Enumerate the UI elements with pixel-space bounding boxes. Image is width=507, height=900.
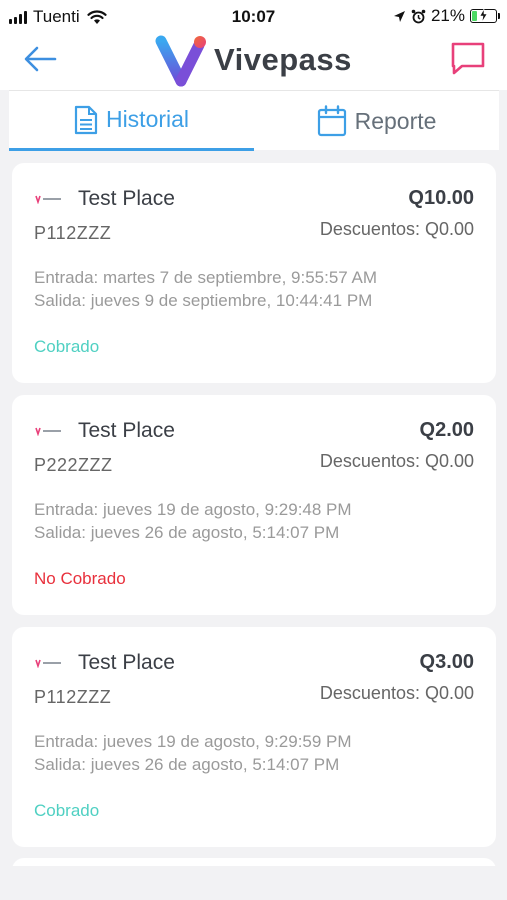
history-card[interactable]: Test Place P222ZZZ Q2.00 Descuentos: Q0.… xyxy=(12,395,496,615)
bottom-fade xyxy=(0,866,507,900)
place-name: Test Place xyxy=(78,419,175,442)
place-logo xyxy=(35,427,61,436)
discount: Descuentos: Q0.00 xyxy=(319,219,474,239)
place-name: Test Place xyxy=(78,651,175,674)
amount: Q3.00 xyxy=(419,651,474,673)
tab-reporte[interactable]: Reporte xyxy=(254,91,499,151)
history-card[interactable]: Test Place P112ZZZ Q10.00 Descuentos: Q0… xyxy=(12,163,496,383)
discount: Descuentos: Q0.00 xyxy=(319,683,474,703)
battery-percent: 21% xyxy=(430,6,465,25)
payment-status: Cobrado xyxy=(34,337,100,356)
location-arrow-icon xyxy=(393,10,405,22)
payment-status: No Cobrado xyxy=(34,569,126,588)
back-arrow-icon[interactable] xyxy=(22,44,58,74)
place-name: Test Place xyxy=(78,187,175,210)
status-icons: 21% xyxy=(393,6,500,26)
license-plate: P112ZZZ xyxy=(34,687,112,707)
place-logo xyxy=(35,195,61,204)
license-plate: P222ZZZ xyxy=(34,455,113,475)
document-icon xyxy=(74,105,98,134)
tab-historial-label: Historial xyxy=(105,106,190,132)
alarm-icon xyxy=(411,9,426,23)
history-card[interactable]: Test Place P112ZZZ Q3.00 Descuentos: Q0.… xyxy=(12,627,496,847)
exit-time: Salida: jueves 9 de septiembre, 10:44:41… xyxy=(34,291,373,310)
payment-status: Cobrado xyxy=(34,801,100,820)
chat-bubble-icon[interactable] xyxy=(449,41,487,77)
vivepass-logo xyxy=(155,35,206,87)
entry-time: Entrada: jueves 19 de agosto, 9:29:48 PM xyxy=(34,500,352,519)
license-plate: P112ZZZ xyxy=(34,223,112,243)
status-bar: Tuenti 10:07 21% xyxy=(0,0,507,32)
amount: Q10.00 xyxy=(408,187,474,209)
entry-time: Entrada: martes 7 de septiembre, 9:55:57… xyxy=(34,268,378,287)
tab-bar: Historial Reporte xyxy=(9,90,499,151)
calendar-icon xyxy=(317,105,346,137)
exit-time: Salida: jueves 26 de agosto, 5:14:07 PM xyxy=(34,523,340,542)
place-logo xyxy=(35,659,61,668)
tab-reporte-label: Reporte xyxy=(354,107,437,134)
battery-icon xyxy=(470,9,500,23)
amount: Q2.00 xyxy=(419,419,474,441)
tab-historial[interactable]: Historial xyxy=(9,91,254,151)
entry-time: Entrada: jueves 19 de agosto, 9:29:59 PM xyxy=(34,732,352,751)
discount: Descuentos: Q0.00 xyxy=(319,451,474,471)
app-header: Vivepass xyxy=(0,32,507,90)
exit-time: Salida: jueves 26 de agosto, 5:14:07 PM xyxy=(34,755,340,774)
brand-name: Vivepass xyxy=(214,42,352,77)
